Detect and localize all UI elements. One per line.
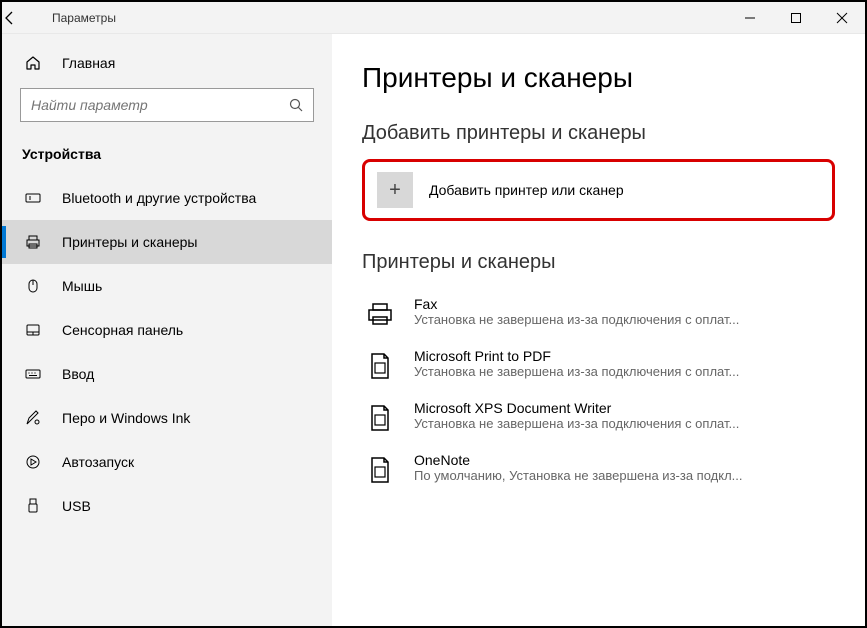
section-title: Устройства — [2, 136, 332, 176]
main-content: Принтеры и сканеры Добавить принтеры и с… — [332, 34, 865, 626]
pen-icon — [22, 409, 44, 427]
bluetooth-icon — [22, 189, 44, 207]
device-text: Microsoft Print to PDF Установка не заве… — [414, 348, 835, 379]
window-controls — [727, 2, 865, 34]
list-section-title: Принтеры и сканеры — [362, 251, 835, 274]
device-status: Установка не завершена из-за подключения… — [414, 312, 835, 327]
printer-icon — [22, 233, 44, 251]
sidebar-item-label: Автозапуск — [62, 454, 134, 470]
add-section-title: Добавить принтеры и сканеры — [362, 122, 835, 145]
add-highlight-box: + Добавить принтер или сканер — [362, 159, 835, 221]
sidebar-item-label: Принтеры и сканеры — [62, 234, 197, 250]
sidebar-item-label: Мышь — [62, 278, 102, 294]
close-button[interactable] — [819, 2, 865, 34]
usb-icon — [22, 497, 44, 515]
add-printer-label: Добавить принтер или сканер — [429, 182, 624, 198]
sidebar-item-mouse[interactable]: Мышь — [2, 264, 332, 308]
sidebar-item-label: Перо и Windows Ink — [62, 410, 190, 426]
device-xps[interactable]: Microsoft XPS Document Writer Установка … — [362, 392, 835, 444]
search-input[interactable] — [21, 97, 279, 113]
search-box[interactable] — [20, 88, 314, 122]
minimize-button[interactable] — [727, 2, 773, 34]
device-text: OneNote По умолчанию, Установка не завер… — [414, 452, 835, 483]
device-status: Установка не завершена из-за подключения… — [414, 416, 835, 431]
document-icon — [362, 400, 398, 436]
maximize-button[interactable] — [773, 2, 819, 34]
home-label: Главная — [62, 55, 115, 71]
sidebar-item-label: USB — [62, 498, 91, 514]
touchpad-icon — [22, 321, 44, 339]
device-onenote[interactable]: OneNote По умолчанию, Установка не завер… — [362, 444, 835, 496]
sidebar-item-autoplay[interactable]: Автозапуск — [2, 440, 332, 484]
sidebar-item-printers[interactable]: Принтеры и сканеры — [2, 220, 332, 264]
sidebar-item-touchpad[interactable]: Сенсорная панель — [2, 308, 332, 352]
device-name: Microsoft XPS Document Writer — [414, 400, 835, 416]
window-title: Параметры — [42, 11, 116, 25]
sidebar-item-usb[interactable]: USB — [2, 484, 332, 528]
sidebar-item-bluetooth[interactable]: Bluetooth и другие устройства — [2, 176, 332, 220]
titlebar: Параметры — [2, 2, 865, 34]
sidebar: Главная Устройства Bluetooth и другие ус… — [2, 34, 332, 626]
sidebar-item-pen[interactable]: Перо и Windows Ink — [2, 396, 332, 440]
document-icon — [362, 452, 398, 488]
search-icon — [279, 97, 313, 113]
sidebar-item-label: Ввод — [62, 366, 94, 382]
home-icon — [22, 54, 44, 72]
device-print-pdf[interactable]: Microsoft Print to PDF Установка не заве… — [362, 340, 835, 392]
mouse-icon — [22, 277, 44, 295]
add-printer-button[interactable]: + Добавить принтер или сканер — [377, 172, 820, 208]
document-icon — [362, 348, 398, 384]
device-name: Microsoft Print to PDF — [414, 348, 835, 364]
plus-icon: + — [377, 172, 413, 208]
device-text: Fax Установка не завершена из-за подключ… — [414, 296, 835, 327]
home-link[interactable]: Главная — [2, 44, 332, 82]
back-button[interactable] — [2, 10, 42, 26]
autoplay-icon — [22, 453, 44, 471]
sidebar-item-label: Bluetooth и другие устройства — [62, 190, 256, 206]
device-text: Microsoft XPS Document Writer Установка … — [414, 400, 835, 431]
sidebar-item-typing[interactable]: Ввод — [2, 352, 332, 396]
page-title: Принтеры и сканеры — [362, 62, 835, 94]
device-status: Установка не завершена из-за подключения… — [414, 364, 835, 379]
device-name: Fax — [414, 296, 835, 312]
body: Главная Устройства Bluetooth и другие ус… — [2, 34, 865, 626]
device-fax[interactable]: Fax Установка не завершена из-за подключ… — [362, 288, 835, 340]
device-name: OneNote — [414, 452, 835, 468]
keyboard-icon — [22, 365, 44, 383]
sidebar-item-label: Сенсорная панель — [62, 322, 183, 338]
device-status: По умолчанию, Установка не завершена из-… — [414, 468, 835, 483]
settings-window: Параметры Главная Устройства — [0, 0, 867, 628]
fax-icon — [362, 296, 398, 332]
